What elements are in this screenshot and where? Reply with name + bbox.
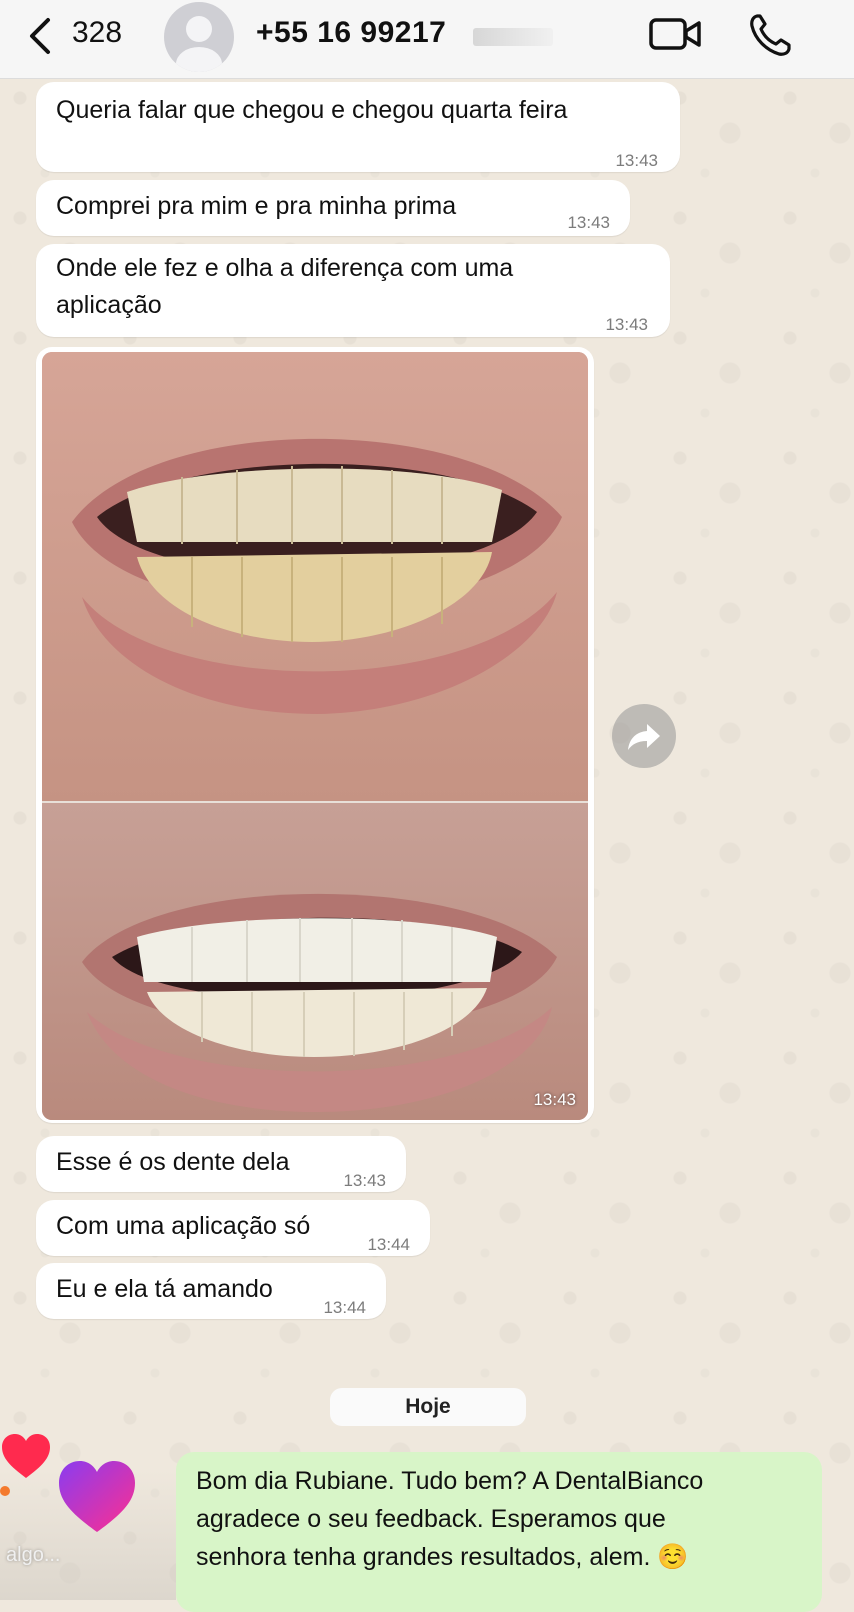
notification-dot	[0, 1486, 10, 1496]
message-text: Comprei pra mim e pra minha prima	[56, 192, 457, 220]
back-unread-count[interactable]: 328	[72, 16, 122, 50]
avatar-placeholder-icon	[176, 16, 222, 72]
message-text: Esse é os dente dela	[56, 1148, 290, 1176]
chevron-left-icon[interactable]	[22, 14, 62, 58]
date-separator: Hoje	[330, 1388, 526, 1426]
video-camera-icon[interactable]	[648, 14, 702, 54]
heart-icon[interactable]	[0, 1432, 52, 1480]
incoming-message[interactable]: Eu e ela tá amando 13:44	[36, 1263, 386, 1319]
teeth-comparison-image	[42, 352, 588, 1120]
message-time: 13:43	[533, 1090, 576, 1109]
message-text: Queria falar que chegou e chegou quarta …	[56, 96, 568, 124]
incoming-message[interactable]: Onde ele fez e olha a diferença com uma …	[36, 244, 670, 337]
message-time: 13:43	[343, 1171, 386, 1190]
message-time: 13:44	[367, 1235, 410, 1254]
message-line: senhora tenha grandes resultados, alem. …	[196, 1543, 689, 1571]
incoming-message[interactable]: Comprei pra mim e pra minha prima 13:43	[36, 180, 630, 236]
message-time: 13:43	[605, 315, 648, 334]
message-time: 13:43	[567, 213, 610, 232]
message-line: Bom dia Rubiane. Tudo bem? A DentalBianc…	[196, 1467, 704, 1495]
incoming-message[interactable]: Queria falar que chegou e chegou quarta …	[36, 82, 680, 172]
message-text: Bom dia Rubiane. Tudo bem? A DentalBianc…	[196, 1462, 806, 1576]
forward-button[interactable]	[612, 704, 676, 768]
before-after-photo[interactable]: 13:43	[42, 352, 588, 1120]
contact-number[interactable]: +55 16 99217	[256, 16, 446, 50]
comment-input-hint[interactable]: algo...	[6, 1544, 60, 1567]
incoming-message[interactable]: Com uma aplicação só 13:44	[36, 1200, 430, 1256]
avatar[interactable]	[164, 2, 234, 72]
redacted-number-suffix	[473, 28, 553, 46]
message-text-line2: aplicação	[56, 291, 162, 319]
chat-header: 328 +55 16 99217	[0, 0, 854, 79]
message-time: 13:43	[615, 151, 658, 170]
message-time: 13:44	[323, 1298, 366, 1317]
forward-arrow-icon	[628, 724, 660, 750]
message-text-line1: Onde ele fez e olha a diferença com uma	[56, 254, 514, 282]
message-text: Com uma aplicação só	[56, 1212, 311, 1240]
outgoing-message[interactable]: Bom dia Rubiane. Tudo bem? A DentalBianc…	[176, 1452, 822, 1612]
gradient-heart-icon[interactable]	[56, 1458, 138, 1534]
message-text: Eu e ela tá amando	[56, 1275, 273, 1303]
message-line: agradece o seu feedback. Esperamos que	[196, 1505, 666, 1533]
phone-icon[interactable]	[748, 12, 792, 58]
incoming-message[interactable]: Esse é os dente dela 13:43	[36, 1136, 406, 1192]
